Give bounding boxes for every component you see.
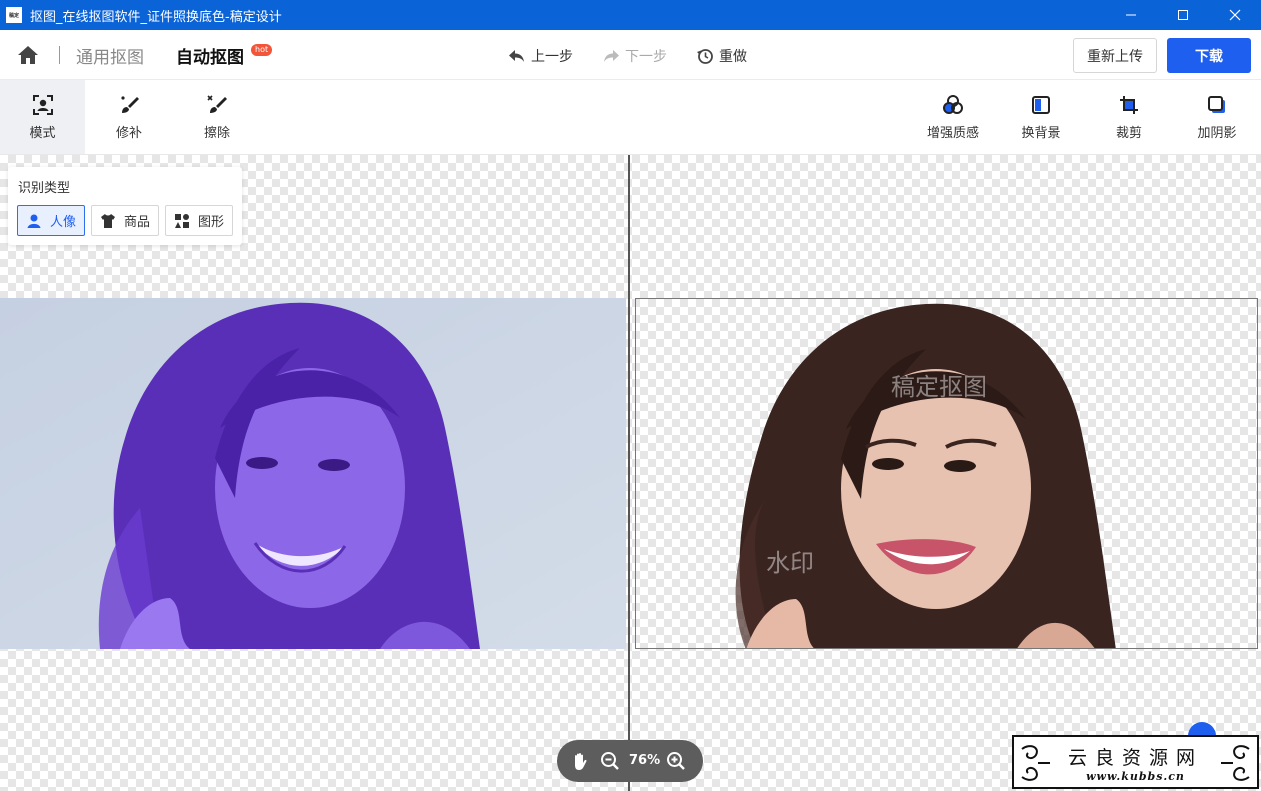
tool-enhance[interactable]: 增强质感	[918, 80, 988, 154]
undo-icon	[509, 50, 524, 62]
tool-shadow[interactable]: 加阴影	[1182, 80, 1252, 154]
tool-enhance-label: 增强质感	[926, 125, 979, 141]
zoom-out-icon[interactable]	[599, 750, 621, 772]
undo-label: 上一步	[531, 49, 573, 65]
download-button[interactable]: 下载	[1167, 38, 1251, 73]
top-nav: 通用抠图 自动抠图 hot 上一步 下一步 重做 重新上传 下载	[0, 30, 1261, 80]
hand-pan-icon[interactable]	[569, 750, 591, 772]
tool-repair-label: 修补	[115, 125, 142, 141]
tool-crop[interactable]: 裁剪	[1094, 80, 1164, 154]
zoom-level: 76%	[629, 753, 661, 768]
history-icon	[697, 49, 713, 64]
brush-icon	[118, 94, 140, 116]
tool-bar: 模式 修补 擦除 增强质感 换背景 裁剪 加阴影	[0, 80, 1261, 155]
eraser-icon	[206, 94, 228, 116]
close-icon[interactable]	[1209, 0, 1261, 30]
portrait-frame-icon	[32, 94, 54, 116]
type-graphic-button[interactable]: 图形	[165, 205, 233, 236]
zoom-bar: 76%	[557, 740, 703, 782]
tab-general-cutout[interactable]: 通用抠图	[76, 43, 144, 68]
window-title: 抠图_在线抠图软件_证件照换底色-稿定设计	[30, 9, 282, 25]
window-titlebar: 稿定 抠图_在线抠图软件_证件照换底色-稿定设计	[0, 0, 1261, 30]
type-portrait-label: 人像	[50, 215, 77, 230]
app-logo-icon: 稿定	[6, 7, 22, 23]
reset-label: 重做	[719, 49, 747, 65]
person-icon	[27, 214, 41, 228]
watermark-text-2: 水印	[766, 549, 814, 577]
tool-repair[interactable]: 修补	[90, 80, 168, 154]
tshirt-icon	[101, 213, 115, 228]
cutout-preview-image[interactable]: 稿定抠图 水印	[635, 298, 1258, 649]
maximize-icon[interactable]	[1157, 0, 1209, 30]
crop-icon	[1118, 94, 1140, 116]
type-product-button[interactable]: 商品	[91, 205, 159, 236]
compare-divider[interactable]	[628, 155, 630, 791]
original-image-with-mask[interactable]	[0, 298, 626, 649]
tab-auto-cutout[interactable]: 自动抠图	[176, 43, 244, 68]
site-logo-cn: 云良资源网	[1067, 747, 1203, 769]
minimize-icon[interactable]	[1105, 0, 1157, 30]
nav-divider	[59, 46, 60, 64]
type-product-label: 商品	[124, 215, 151, 230]
tool-mode[interactable]: 模式	[0, 80, 85, 154]
tool-erase[interactable]: 擦除	[178, 80, 256, 154]
type-graphic-label: 图形	[198, 215, 225, 230]
tool-mode-label: 模式	[29, 125, 56, 141]
reset-button[interactable]: 重做	[696, 46, 747, 66]
zoom-in-icon[interactable]	[665, 750, 687, 772]
background-icon	[1030, 94, 1052, 116]
redo-icon	[604, 50, 619, 62]
watermark-text-1: 稿定抠图	[891, 373, 987, 401]
recognition-type-panel: 识别类型 人像 商品 图形	[8, 167, 242, 245]
reupload-button[interactable]: 重新上传	[1073, 38, 1157, 73]
tool-change-bg-label: 换背景	[1021, 125, 1061, 141]
tool-erase-label: 擦除	[203, 125, 230, 141]
tool-shadow-label: 加阴影	[1197, 125, 1237, 141]
site-logo-en: www.kubbs.cn	[1086, 770, 1185, 783]
circles-icon	[942, 94, 964, 116]
window-controls	[1105, 0, 1261, 30]
undo-button[interactable]: 上一步	[508, 46, 573, 66]
redo-label: 下一步	[625, 49, 667, 65]
recognition-type-title: 识别类型	[18, 181, 71, 196]
tool-crop-label: 裁剪	[1115, 125, 1142, 141]
hot-badge: hot	[251, 44, 273, 56]
site-logo-watermark: 云良资源网 www.kubbs.cn	[1012, 735, 1259, 789]
tool-change-bg[interactable]: 换背景	[1006, 80, 1076, 154]
home-icon[interactable]	[16, 44, 40, 66]
type-portrait-button[interactable]: 人像	[17, 205, 85, 236]
shapes-icon	[175, 213, 189, 228]
redo-button[interactable]: 下一步	[602, 46, 667, 66]
shadow-icon	[1206, 94, 1228, 116]
